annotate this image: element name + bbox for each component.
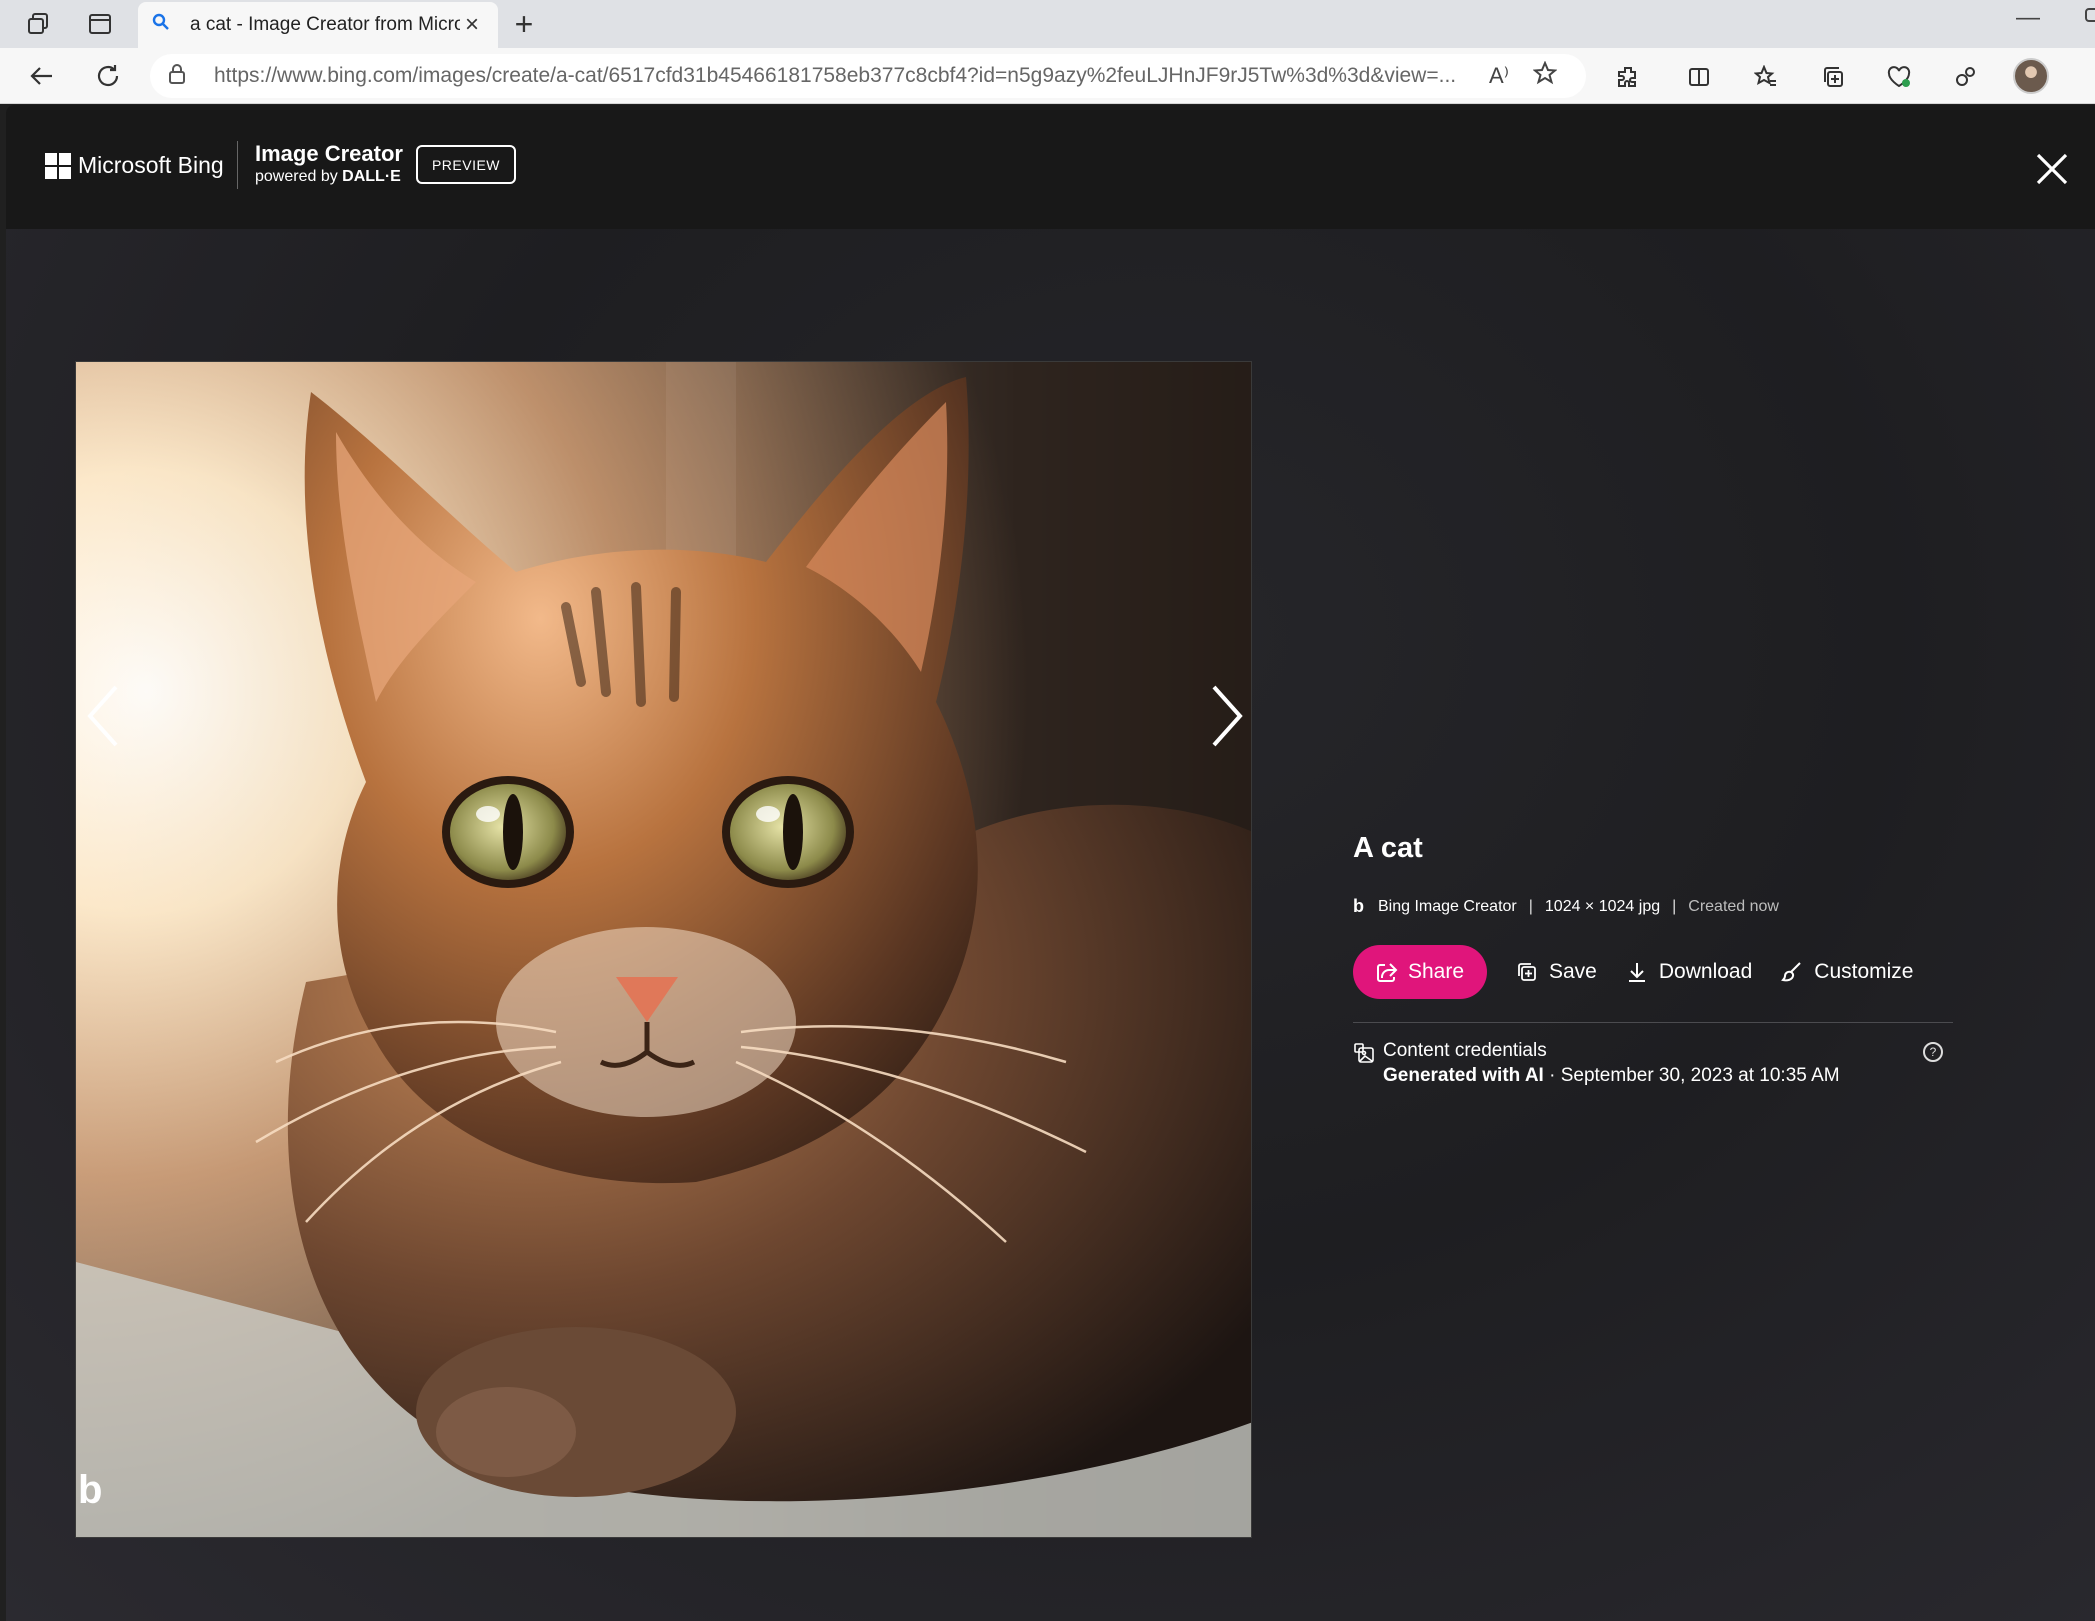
- next-image-arrow[interactable]: [1206, 681, 1256, 761]
- refresh-button[interactable]: [88, 56, 128, 96]
- meta-separator-2: |: [1672, 897, 1677, 915]
- profile-sync-icon[interactable]: [1948, 60, 1982, 94]
- section-divider: [1353, 1022, 1953, 1023]
- image-source: Bing Image Creator: [1378, 897, 1517, 915]
- image-dimensions: 1024 × 1024 jpg: [1544, 897, 1661, 915]
- save-label: Save: [1549, 960, 1597, 983]
- brand-name[interactable]: Microsoft Bing: [78, 152, 224, 179]
- bing-watermark: b: [78, 1468, 103, 1512]
- download-icon: [1628, 963, 1645, 982]
- browser-toolbar: https://www.bing.com/images/create/a-cat…: [0, 48, 2095, 104]
- read-aloud-icon[interactable]: A⁾: [1476, 63, 1522, 89]
- profile-avatar[interactable]: [2013, 58, 2049, 94]
- image-meta: b Bing Image Creator | 1024 × 1024 jpg |…: [1353, 896, 1779, 917]
- lock-icon[interactable]: [168, 63, 192, 89]
- generated-date: · September 30, 2023 at 10:35 AM: [1543, 1065, 1840, 1086]
- image-title: A cat: [1353, 832, 1423, 864]
- created-time: Created now: [1688, 897, 1779, 915]
- workspaces-icon[interactable]: [20, 6, 56, 42]
- address-bar[interactable]: https://www.bing.com/images/create/a-cat…: [150, 54, 1586, 98]
- customize-button[interactable]: Customize: [1780, 960, 1913, 984]
- content-credentials-icon: [1354, 1043, 1374, 1063]
- share-button[interactable]: Share: [1353, 945, 1487, 999]
- url-text[interactable]: https://www.bing.com/images/create/a-cat…: [214, 64, 1476, 88]
- new-tab-icon[interactable]: +: [506, 6, 542, 42]
- back-button[interactable]: [22, 56, 62, 96]
- split-screen-icon[interactable]: [1682, 60, 1716, 94]
- meta-separator: |: [1528, 897, 1533, 915]
- cat-picture: [76, 362, 1251, 1537]
- image-details-panel: A cat b Bing Image Creator | 1024 × 1024…: [1353, 832, 1953, 1086]
- browser-tab-strip: a cat - Image Creator from Micro × + —: [0, 0, 2095, 48]
- tab-close-icon[interactable]: ×: [460, 11, 484, 39]
- help-icon[interactable]: ?: [1923, 1042, 1943, 1062]
- preview-badge: PREVIEW: [416, 145, 516, 184]
- browser-essentials-icon[interactable]: [1882, 60, 1916, 94]
- download-button[interactable]: Download: [1625, 960, 1752, 984]
- minimize-icon[interactable]: —: [2016, 4, 2040, 32]
- bing-icon: b: [1353, 896, 1364, 916]
- active-tab[interactable]: a cat - Image Creator from Micro ×: [138, 2, 498, 48]
- restore-icon[interactable]: [2084, 4, 2095, 32]
- favorite-star-icon[interactable]: [1522, 60, 1568, 91]
- page-header: Microsoft Bing Image Creator powered by …: [6, 105, 2095, 229]
- customize-brush-icon: [1781, 962, 1801, 982]
- image-viewer-page: Microsoft Bing Image Creator powered by …: [6, 105, 2095, 1621]
- header-divider: [237, 141, 238, 189]
- microsoft-logo-icon: [45, 153, 71, 179]
- generated-image[interactable]: b: [75, 361, 1252, 1538]
- share-label: Share: [1407, 960, 1465, 983]
- previous-image-arrow[interactable]: [84, 681, 134, 761]
- powered-by-label: powered by: [255, 168, 338, 185]
- powered-by-text: powered by DALL·E: [255, 168, 401, 186]
- customize-label: Customize: [1814, 960, 1914, 983]
- collections-icon[interactable]: [1816, 60, 1850, 94]
- powered-by-engine: DALL·E: [342, 168, 401, 185]
- tab-title: a cat - Image Creator from Micro: [190, 14, 460, 35]
- generated-label: Generated with AI: [1383, 1065, 1544, 1086]
- product-title[interactable]: Image Creator: [255, 141, 403, 167]
- bing-search-icon: [152, 13, 178, 37]
- extensions-icon[interactable]: [1611, 60, 1645, 94]
- action-bar: Share Save Download Customize: [1353, 944, 1953, 1000]
- content-credentials-title: Content credentials: [1383, 1040, 1547, 1061]
- download-label: Download: [1658, 960, 1753, 983]
- save-button[interactable]: Save: [1515, 960, 1597, 984]
- share-icon: [1376, 963, 1398, 982]
- vertical-tabs-icon[interactable]: [82, 6, 118, 42]
- save-collection-icon: [1518, 963, 1536, 981]
- favorites-icon[interactable]: [1749, 60, 1783, 94]
- generation-info: Generated with AI · September 30, 2023 a…: [1383, 1065, 1840, 1087]
- close-viewer-icon[interactable]: [2032, 149, 2072, 189]
